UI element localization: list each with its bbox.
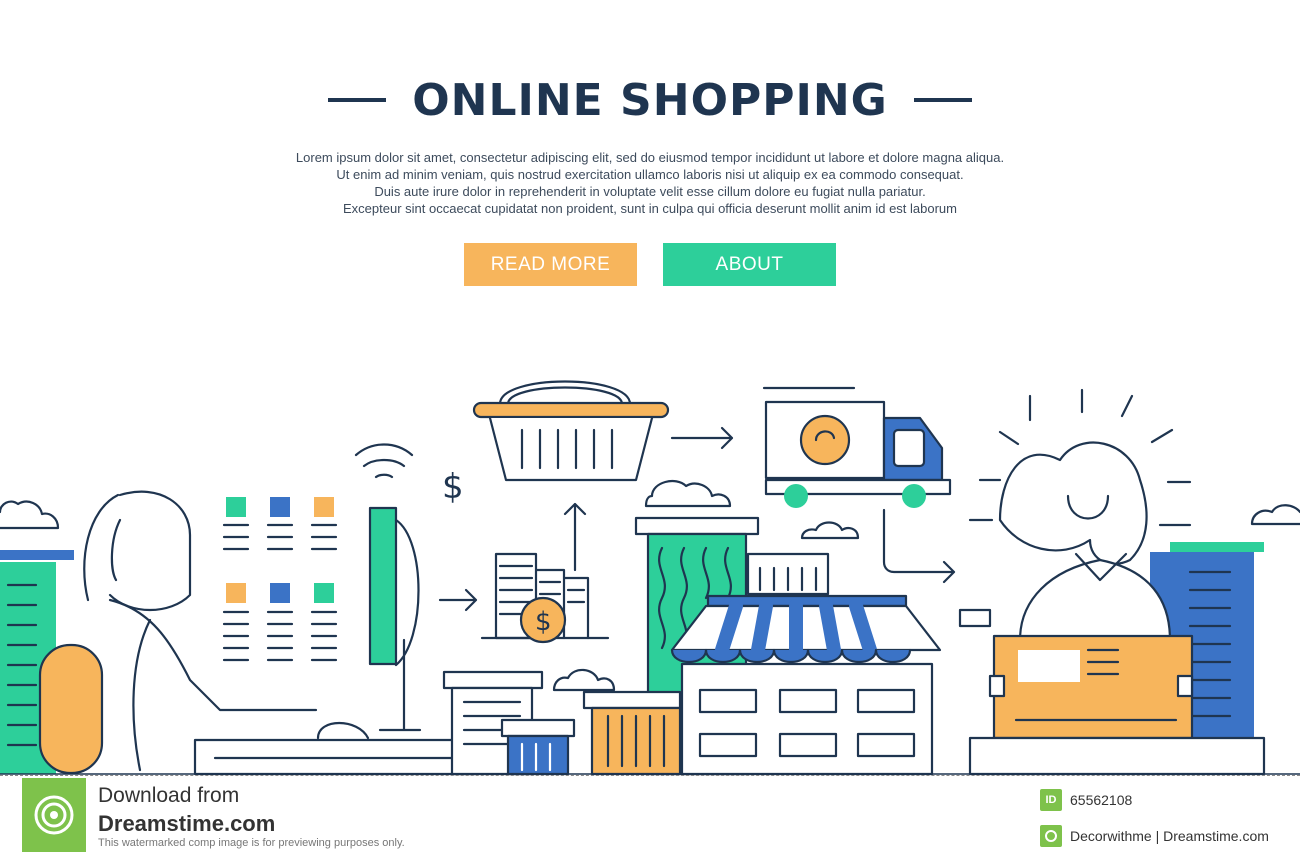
delivery-truck-icon [762, 386, 952, 508]
paragraph-line: Ut enim ad minim veniam, quis nostrud ex… [336, 167, 964, 182]
basket-icon [472, 380, 670, 482]
author-credit[interactable]: Decorwithme | Dreamstime.com [1070, 828, 1269, 844]
author-icon [1040, 825, 1062, 847]
woman-at-computer [38, 490, 477, 776]
title-row: ONLINE SHOPPING [0, 70, 1300, 130]
arrow-icon [563, 502, 587, 572]
cloud-icon [800, 521, 860, 540]
spiral-icon [34, 795, 74, 835]
page-title: ONLINE SHOPPING [412, 74, 888, 126]
product-grid [222, 497, 338, 662]
arrow-icon [882, 508, 956, 584]
coin-dollar-sign: $ [535, 607, 552, 637]
paragraph-line: Excepteur sint occaecat cupidatat non pr… [343, 201, 957, 216]
download-label: Download from [98, 784, 240, 807]
read-more-button[interactable]: READ MORE [464, 243, 637, 286]
title-left-rule [328, 98, 387, 102]
coin-stack-icon: $ [480, 552, 610, 644]
computer-monitor-icon [368, 506, 422, 732]
image-id: 65562108 [1070, 792, 1133, 808]
wifi-icon [354, 443, 414, 479]
site-name[interactable]: Dreamstime.com [98, 811, 275, 837]
hero-section: ONLINE SHOPPING Lorem ipsum dolor sit am… [0, 0, 1300, 300]
about-button[interactable]: ABOUT [663, 243, 836, 286]
preview-notice: This watermarked comp image is for previ… [98, 837, 405, 849]
id-badge: ID [1040, 789, 1062, 811]
intro-paragraph: Lorem ipsum dolor sit amet, consectetur … [0, 149, 1300, 217]
arrow-icon [670, 426, 734, 450]
cloud-icon [1250, 504, 1300, 526]
dollar-sign: $ [442, 467, 464, 507]
arrow-icon [438, 588, 478, 612]
cloud-icon [552, 668, 616, 692]
title-right-rule [913, 98, 972, 102]
online-shopping-illustration: $ $ [0, 380, 1300, 776]
cloud-icon [644, 479, 732, 508]
paragraph-line: Duis aute irure dolor in reprehenderit i… [374, 184, 926, 199]
dreamstime-logo-icon [22, 778, 86, 852]
cloud-icon [0, 500, 60, 530]
paragraph-line: Lorem ipsum dolor sit amet, consectetur … [295, 150, 1005, 165]
